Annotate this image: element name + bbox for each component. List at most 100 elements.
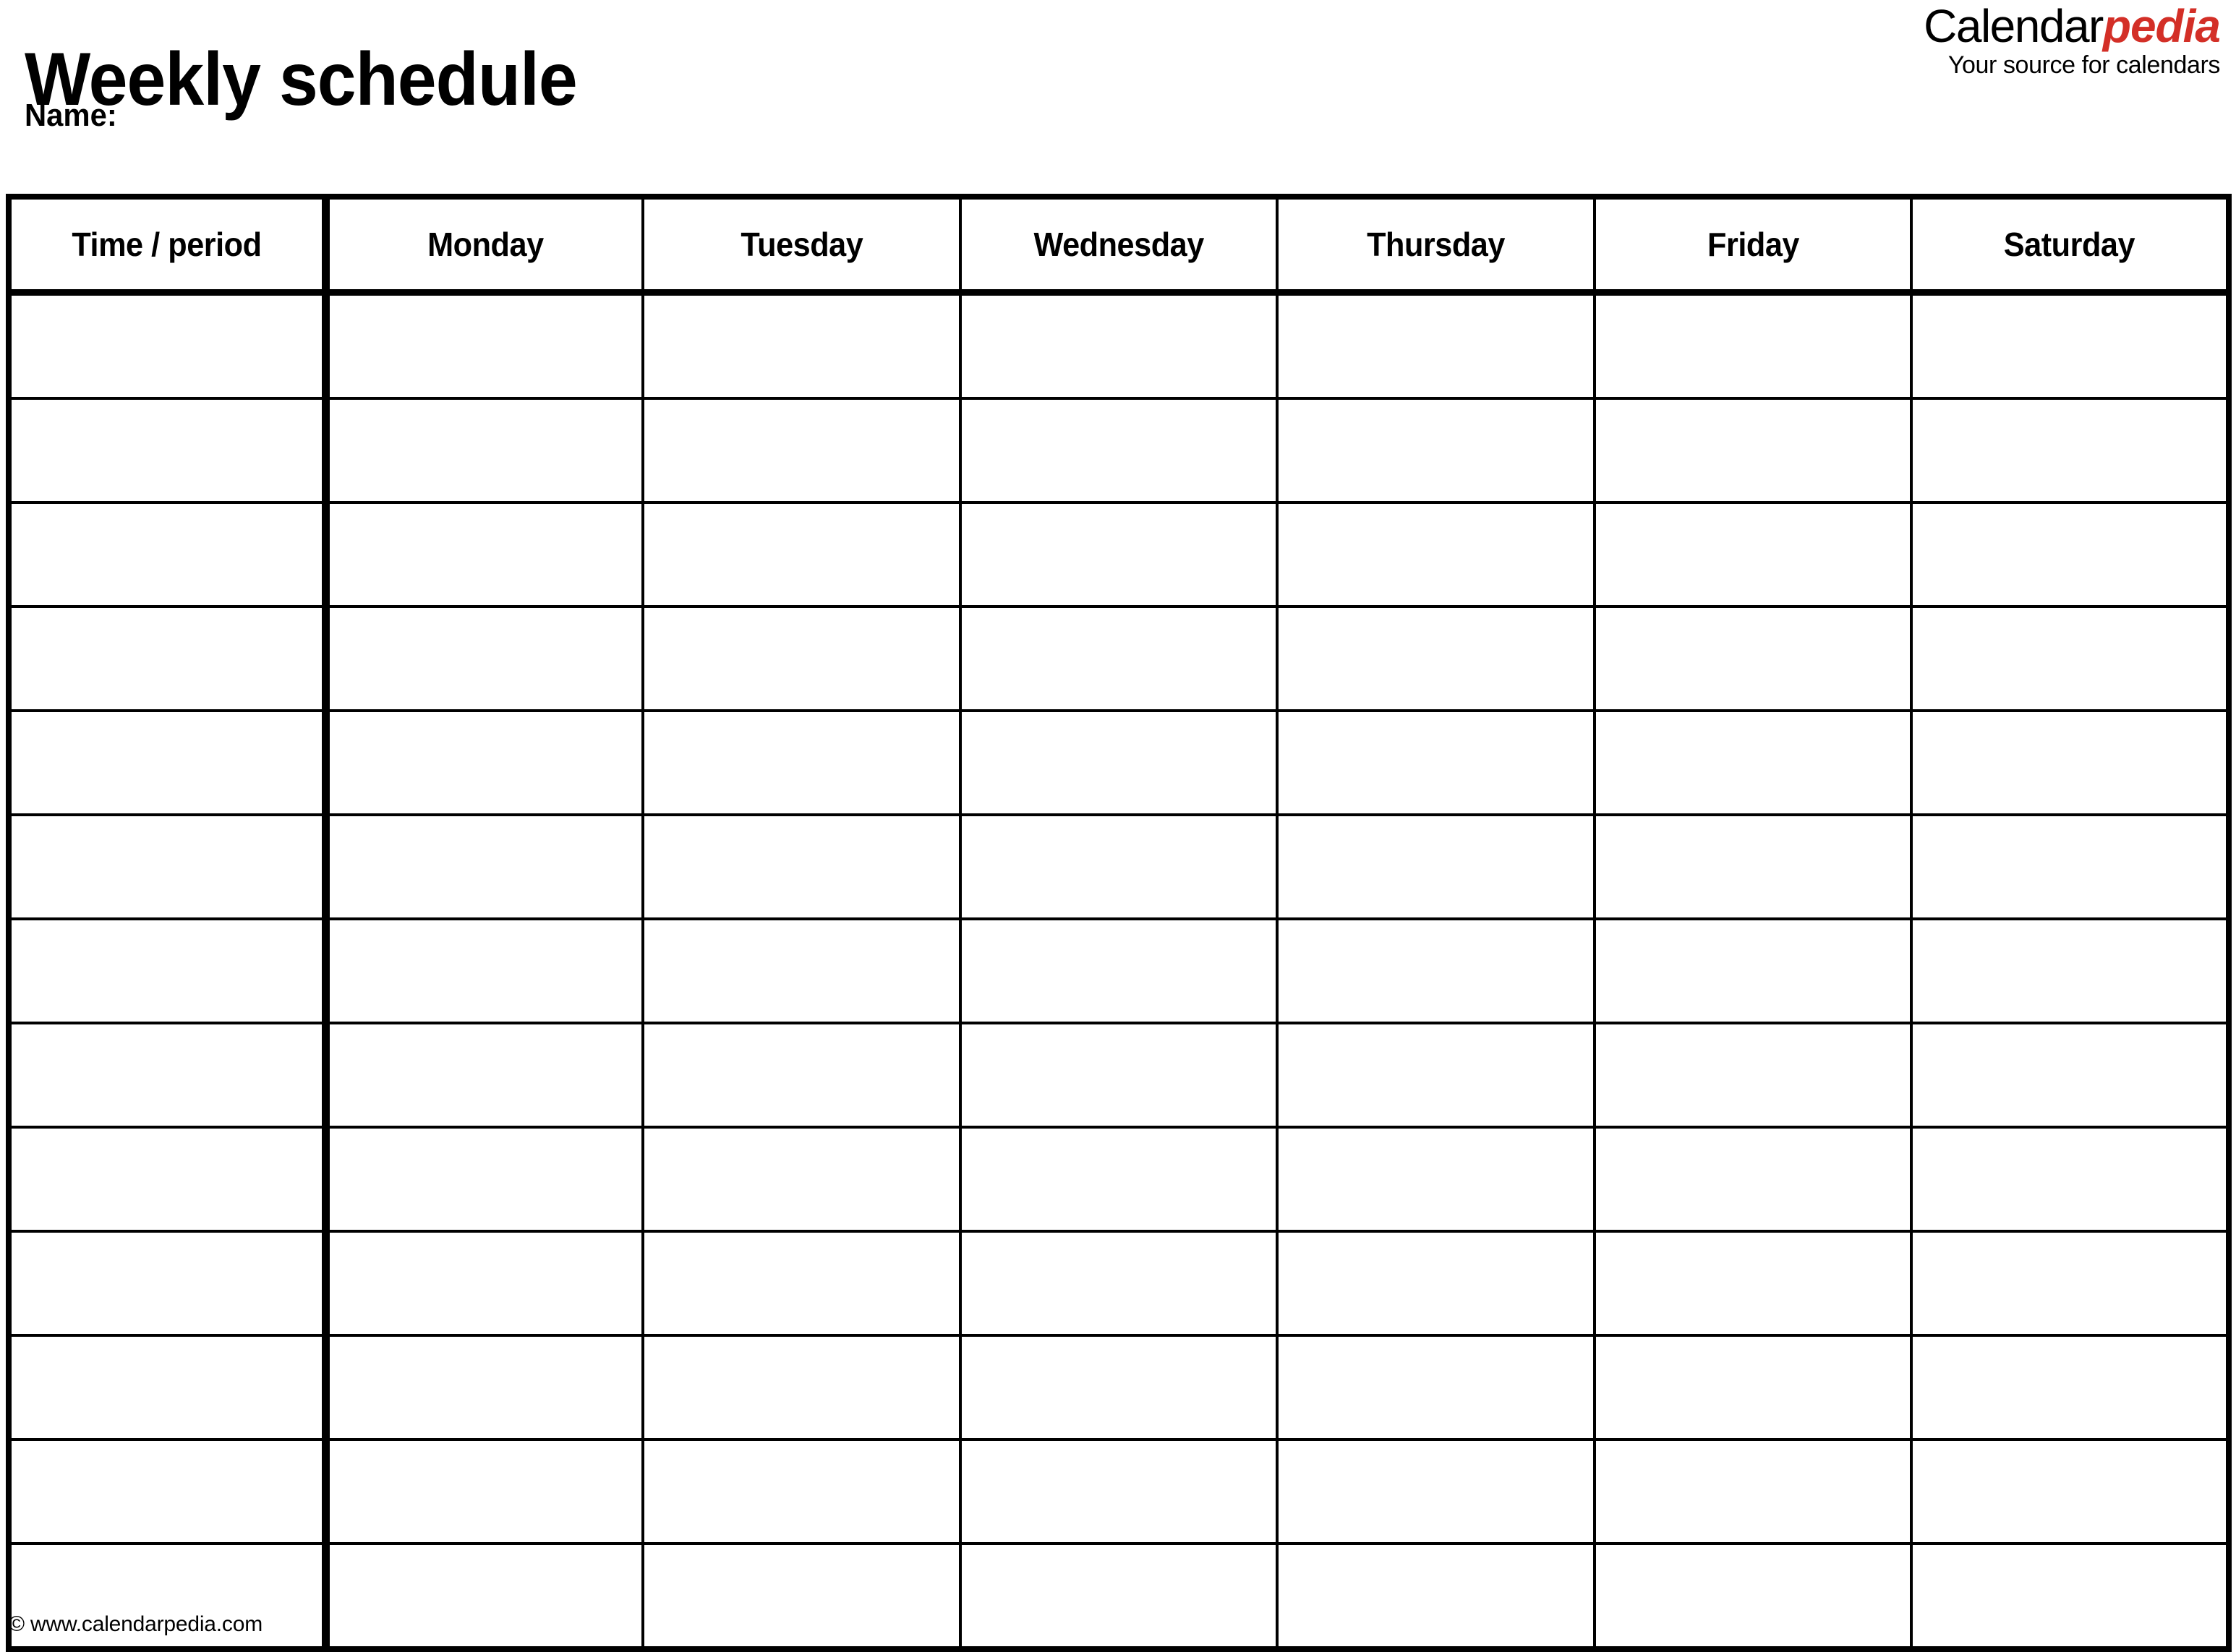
schedule-cell-tuesday[interactable] xyxy=(643,398,962,504)
schedule-cell-wednesday[interactable] xyxy=(960,1544,1279,1649)
schedule-cell-time[interactable] xyxy=(9,1231,330,1337)
schedule-cell-wednesday[interactable] xyxy=(960,292,1279,400)
schedule-cell-thursday[interactable] xyxy=(1277,1335,1596,1441)
schedule-cell-monday[interactable] xyxy=(325,292,645,400)
schedule-cell-saturday[interactable] xyxy=(1911,502,2229,608)
schedule-cell-friday[interactable] xyxy=(1594,502,1913,608)
schedule-cell-monday[interactable] xyxy=(325,1439,645,1545)
schedule-cell-saturday[interactable] xyxy=(1911,1023,2229,1129)
schedule-cell-tuesday[interactable] xyxy=(643,292,962,400)
table-row xyxy=(9,1127,2229,1233)
table-row xyxy=(9,607,2229,712)
schedule-cell-saturday[interactable] xyxy=(1911,607,2229,712)
schedule-cell-friday[interactable] xyxy=(1594,292,1913,400)
table-body xyxy=(9,292,2229,1649)
schedule-cell-wednesday[interactable] xyxy=(960,815,1279,920)
schedule-cell-tuesday[interactable] xyxy=(643,919,962,1024)
schedule-cell-saturday[interactable] xyxy=(1911,1439,2229,1545)
schedule-cell-time[interactable] xyxy=(9,292,330,400)
schedule-cell-monday[interactable] xyxy=(325,398,645,504)
schedule-cell-thursday[interactable] xyxy=(1277,1127,1596,1233)
name-field-label: Name: xyxy=(25,98,117,133)
schedule-cell-monday[interactable] xyxy=(325,1127,645,1233)
schedule-cell-tuesday[interactable] xyxy=(643,711,962,816)
schedule-cell-wednesday[interactable] xyxy=(960,1023,1279,1129)
schedule-cell-time[interactable] xyxy=(9,607,330,712)
schedule-cell-monday[interactable] xyxy=(325,815,645,920)
column-header-time: Time / period xyxy=(9,197,330,296)
schedule-cell-wednesday[interactable] xyxy=(960,919,1279,1024)
schedule-cell-wednesday[interactable] xyxy=(960,711,1279,816)
schedule-cell-friday[interactable] xyxy=(1594,1335,1913,1441)
schedule-cell-thursday[interactable] xyxy=(1277,711,1596,816)
schedule-cell-friday[interactable] xyxy=(1594,1439,1913,1545)
schedule-cell-tuesday[interactable] xyxy=(643,815,962,920)
schedule-cell-time[interactable] xyxy=(9,919,330,1024)
schedule-cell-tuesday[interactable] xyxy=(643,607,962,712)
schedule-cell-tuesday[interactable] xyxy=(643,1231,962,1337)
schedule-cell-friday[interactable] xyxy=(1594,1127,1913,1233)
schedule-cell-tuesday[interactable] xyxy=(643,1023,962,1129)
column-header-label: Time / period xyxy=(72,226,262,263)
schedule-cell-saturday[interactable] xyxy=(1911,1231,2229,1337)
schedule-cell-time[interactable] xyxy=(9,815,330,920)
schedule-cell-friday[interactable] xyxy=(1594,919,1913,1024)
schedule-cell-friday[interactable] xyxy=(1594,398,1913,504)
schedule-cell-wednesday[interactable] xyxy=(960,1335,1279,1441)
schedule-cell-thursday[interactable] xyxy=(1277,502,1596,608)
schedule-cell-tuesday[interactable] xyxy=(643,1439,962,1545)
schedule-cell-friday[interactable] xyxy=(1594,1544,1913,1649)
schedule-cell-thursday[interactable] xyxy=(1277,1023,1596,1129)
schedule-cell-saturday[interactable] xyxy=(1911,292,2229,400)
schedule-cell-time[interactable] xyxy=(9,1335,330,1441)
schedule-cell-wednesday[interactable] xyxy=(960,502,1279,608)
schedule-cell-friday[interactable] xyxy=(1594,607,1913,712)
schedule-cell-time[interactable] xyxy=(9,1023,330,1129)
table-row xyxy=(9,1335,2229,1441)
schedule-cell-saturday[interactable] xyxy=(1911,398,2229,504)
schedule-cell-thursday[interactable] xyxy=(1277,1544,1596,1649)
schedule-cell-thursday[interactable] xyxy=(1277,398,1596,504)
schedule-cell-wednesday[interactable] xyxy=(960,1439,1279,1545)
schedule-cell-monday[interactable] xyxy=(325,1023,645,1129)
schedule-cell-time[interactable] xyxy=(9,502,330,608)
schedule-cell-tuesday[interactable] xyxy=(643,1335,962,1441)
schedule-cell-time[interactable] xyxy=(9,1439,330,1545)
schedule-cell-tuesday[interactable] xyxy=(643,1544,962,1649)
schedule-cell-thursday[interactable] xyxy=(1277,292,1596,400)
schedule-cell-friday[interactable] xyxy=(1594,1023,1913,1129)
schedule-cell-wednesday[interactable] xyxy=(960,607,1279,712)
schedule-cell-friday[interactable] xyxy=(1594,711,1913,816)
schedule-cell-time[interactable] xyxy=(9,711,330,816)
schedule-cell-monday[interactable] xyxy=(325,1544,645,1649)
schedule-cell-time[interactable] xyxy=(9,1127,330,1233)
schedule-cell-monday[interactable] xyxy=(325,1231,645,1337)
schedule-cell-thursday[interactable] xyxy=(1277,607,1596,712)
schedule-cell-wednesday[interactable] xyxy=(960,398,1279,504)
schedule-cell-monday[interactable] xyxy=(325,711,645,816)
schedule-cell-thursday[interactable] xyxy=(1277,1439,1596,1545)
schedule-cell-saturday[interactable] xyxy=(1911,815,2229,920)
schedule-cell-tuesday[interactable] xyxy=(643,502,962,608)
table-row xyxy=(9,398,2229,504)
schedule-cell-saturday[interactable] xyxy=(1911,711,2229,816)
schedule-cell-saturday[interactable] xyxy=(1911,919,2229,1024)
brand-tagline: Your source for calendars xyxy=(1947,51,2221,80)
schedule-cell-wednesday[interactable] xyxy=(960,1231,1279,1337)
schedule-cell-monday[interactable] xyxy=(325,502,645,608)
schedule-cell-friday[interactable] xyxy=(1594,1231,1913,1337)
schedule-cell-thursday[interactable] xyxy=(1277,1231,1596,1337)
schedule-cell-thursday[interactable] xyxy=(1277,815,1596,920)
schedule-cell-monday[interactable] xyxy=(325,919,645,1024)
schedule-cell-saturday[interactable] xyxy=(1911,1127,2229,1233)
column-header-wednesday: Wednesday xyxy=(960,197,1279,296)
schedule-cell-tuesday[interactable] xyxy=(643,1127,962,1233)
schedule-cell-monday[interactable] xyxy=(325,607,645,712)
schedule-cell-friday[interactable] xyxy=(1594,815,1913,920)
schedule-cell-saturday[interactable] xyxy=(1911,1544,2229,1649)
schedule-cell-monday[interactable] xyxy=(325,1335,645,1441)
schedule-cell-saturday[interactable] xyxy=(1911,1335,2229,1441)
schedule-cell-thursday[interactable] xyxy=(1277,919,1596,1024)
schedule-cell-wednesday[interactable] xyxy=(960,1127,1279,1233)
schedule-cell-time[interactable] xyxy=(9,398,330,504)
